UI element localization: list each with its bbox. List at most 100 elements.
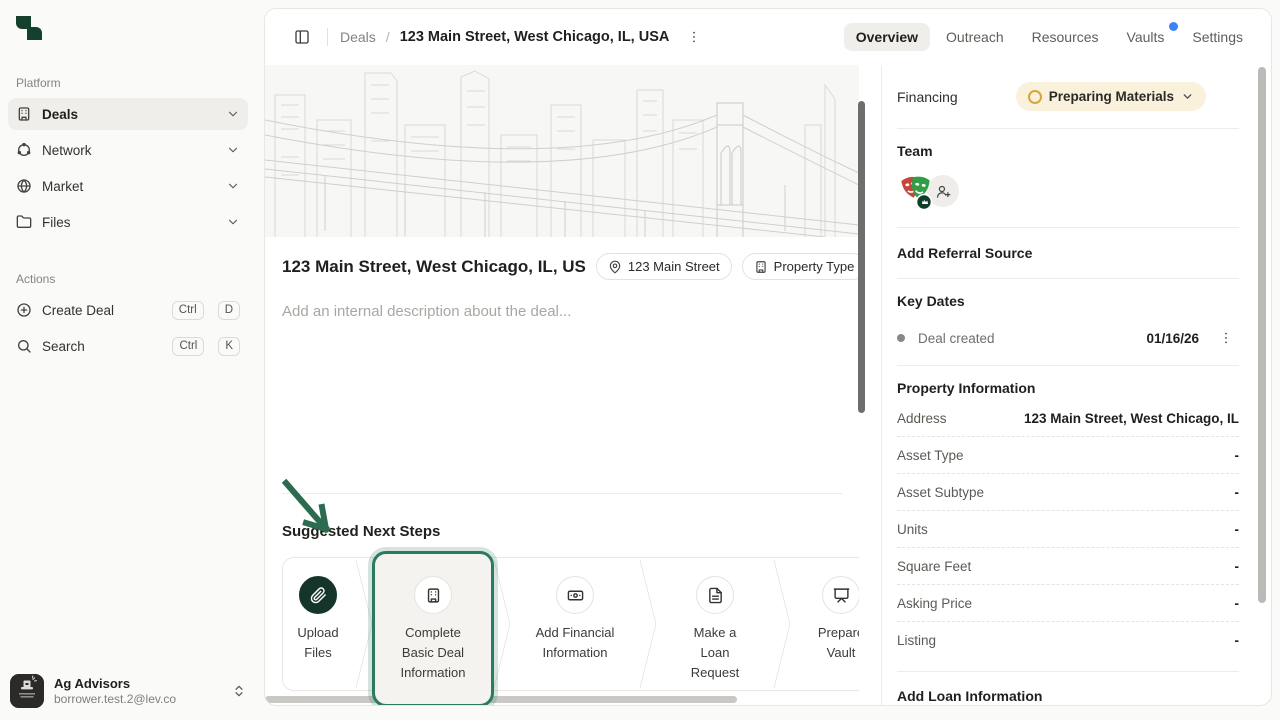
kebab-icon (1218, 330, 1234, 346)
kebab-icon (686, 29, 702, 45)
chevron-down-icon (226, 143, 240, 157)
tab-resources[interactable]: Resources (1020, 23, 1111, 51)
property-type-badge[interactable]: Property Type (742, 253, 859, 280)
chevron-down-icon (1181, 90, 1194, 103)
center-scrollbar-thumb[interactable] (858, 101, 865, 413)
account-switcher[interactable]: Ag Advisors borrower.test.2@lev.co (10, 674, 246, 708)
kbd-k: K (218, 337, 240, 356)
create-deal-button[interactable]: Create Deal Ctrl D (8, 294, 248, 326)
search-label: Search (42, 339, 85, 354)
step-label: Upload Files (283, 623, 353, 663)
chevron-down-icon (226, 215, 240, 229)
globe-icon (16, 178, 32, 194)
sidebar-item-label: Market (42, 179, 83, 194)
property-information-heading: Property Information (897, 380, 1239, 396)
step-separator (491, 558, 513, 690)
property-information-section: Property Information Address 123 Main St… (897, 366, 1239, 672)
banknote-icon (556, 576, 594, 614)
breadcrumb-deals[interactable]: Deals (340, 29, 376, 45)
brand-logo-icon[interactable] (16, 16, 42, 42)
deal-title: 123 Main Street, West Chicago, IL, US (282, 257, 586, 277)
key-date-row: Deal created 01/16/26 (897, 325, 1239, 351)
tab-vaults[interactable]: Vaults (1115, 23, 1177, 51)
address-badge[interactable]: 123 Main Street (596, 253, 732, 280)
step-label: Prepare Vault (810, 623, 859, 663)
chevron-down-icon (226, 179, 240, 193)
deal-tabs: Overview Outreach Resources Vaults Setti… (844, 23, 1255, 51)
status-ring-icon (1028, 90, 1042, 104)
property-row-square-feet[interactable]: Square Feet - (897, 548, 1239, 585)
team-heading: Team (897, 143, 1239, 159)
page-header: Deals / 123 Main Street, West Chicago, I… (265, 9, 1271, 65)
file-text-icon (696, 576, 734, 614)
building-icon (16, 106, 32, 122)
team-member-avatar[interactable] (897, 171, 937, 211)
circle-plus-icon (16, 302, 32, 318)
presentation-icon (822, 576, 859, 614)
panel-left-icon (294, 29, 310, 45)
chevron-down-icon (226, 107, 240, 121)
avatar (10, 674, 44, 708)
search-icon (16, 338, 32, 354)
financing-status-dropdown[interactable]: Preparing Materials (1016, 82, 1206, 111)
property-row-asking-price[interactable]: Asking Price - (897, 585, 1239, 622)
kbd-d: D (218, 301, 240, 320)
tab-outreach[interactable]: Outreach (934, 23, 1016, 51)
chevrons-up-down-icon (232, 684, 246, 698)
next-steps-strip: Upload Files Complete Basic Deal Informa… (282, 557, 859, 691)
kbd-ctrl: Ctrl (172, 301, 204, 320)
step-make-a-loan-request[interactable]: Make a Loan Request (659, 558, 771, 690)
financing-label: Financing (897, 89, 958, 105)
next-steps-heading: Suggested Next Steps (282, 523, 440, 540)
actions-section-label: Actions (16, 272, 240, 286)
tab-settings[interactable]: Settings (1180, 23, 1255, 51)
key-dates-heading: Key Dates (897, 293, 1239, 309)
step-prepare-vault[interactable]: Prepare Vault (793, 558, 859, 690)
map-pin-icon (608, 260, 622, 274)
deal-details-panel: Financing Preparing Materials Team (882, 65, 1271, 705)
property-row-asset-subtype[interactable]: Asset Subtype - (897, 474, 1239, 511)
notification-dot (1169, 22, 1178, 31)
key-date-label: Deal created (918, 331, 1146, 346)
tab-overview[interactable]: Overview (844, 23, 930, 51)
sidebar-toggle-button[interactable] (289, 24, 315, 50)
user-plus-icon (936, 184, 951, 199)
sidebar-item-files[interactable]: Files (8, 206, 248, 238)
sidebar-item-deals[interactable]: Deals (8, 98, 248, 130)
user-name: Ag Advisors (54, 676, 222, 691)
sidebar-item-market[interactable]: Market (8, 170, 248, 202)
panel-scrollbar-thumb[interactable] (1258, 67, 1266, 603)
step-separator (771, 558, 793, 690)
key-date-value: 01/16/26 (1146, 331, 1199, 346)
horizontal-scrollbar-thumb[interactable] (265, 696, 737, 703)
property-row-listing[interactable]: Listing - (897, 622, 1239, 659)
property-row-address[interactable]: Address 123 Main Street, West Chicago, I… (897, 400, 1239, 437)
key-date-menu-button[interactable] (1213, 325, 1239, 351)
key-dates-section: Key Dates Deal created 01/16/26 (897, 279, 1239, 366)
deal-hero-image (265, 65, 859, 237)
section-divider (282, 493, 842, 494)
sidebar-item-network[interactable]: Network (8, 134, 248, 166)
step-label: Complete Basic Deal Information (389, 623, 477, 683)
step-upload-files[interactable]: Upload Files (283, 558, 353, 690)
description-input[interactable]: Add an internal description about the de… (282, 303, 571, 320)
user-email: borrower.test.2@lev.co (54, 692, 222, 706)
create-deal-label: Create Deal (42, 303, 114, 318)
property-row-units[interactable]: Units - (897, 511, 1239, 548)
add-referral-source-button[interactable]: Add Referral Source (897, 228, 1239, 279)
property-row-asset-type[interactable]: Asset Type - (897, 437, 1239, 474)
step-add-financial-information[interactable]: Add Financial Information (513, 558, 637, 690)
breadcrumb-current: 123 Main Street, West Chicago, IL, USA (400, 29, 670, 45)
main-content-card: Deals / 123 Main Street, West Chicago, I… (264, 8, 1272, 706)
deal-menu-button[interactable] (681, 24, 707, 50)
search-button[interactable]: Search Ctrl K (8, 330, 248, 362)
sidebar-item-label: Deals (42, 107, 78, 122)
step-complete-basic-deal-information[interactable]: Complete Basic Deal Information (375, 558, 491, 690)
sidebar-item-label: Files (42, 215, 71, 230)
deal-overview-column: 123 Main Street, West Chicago, IL, US 12… (265, 65, 859, 706)
add-loan-information-button[interactable]: Add Loan Information (897, 672, 1239, 705)
paperclip-icon (299, 576, 337, 614)
building-icon (754, 260, 768, 274)
breadcrumb-separator: / (386, 29, 390, 45)
team-avatars (897, 171, 1239, 211)
